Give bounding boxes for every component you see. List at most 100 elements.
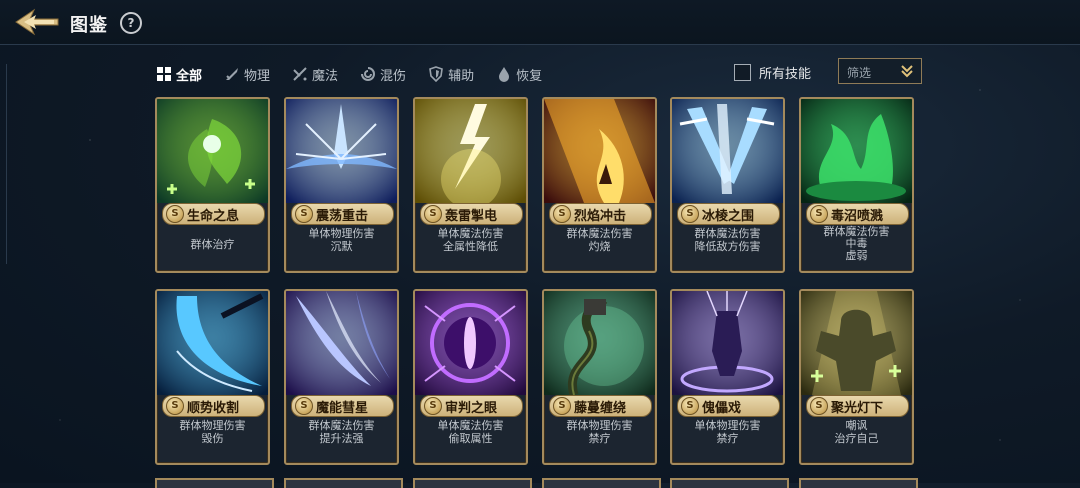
skill-name-bar: S 审判之眼 [420, 395, 523, 417]
skill-name-bar: S 轰雷掣电 [420, 203, 523, 225]
drop-icon [499, 67, 510, 82]
skill-name: 魔能彗星 [316, 401, 369, 416]
help-icon[interactable]: ? [120, 12, 142, 34]
all-skills-label: 所有技能 [759, 67, 812, 82]
skill-name: 顺势收割 [187, 401, 240, 416]
skill-description-line: 群体治疗 [190, 238, 235, 251]
skill-card[interactable]: S 毒沼喷溅 群体魔法伤害 中毒 虚弱 [799, 97, 914, 273]
skill-description-line: 虚弱 [845, 249, 868, 262]
skill-description-line: 群体魔法伤害 [694, 227, 761, 240]
skill-description: 单体魔法伤害 全属性降低 [415, 227, 526, 253]
skill-art-vine [544, 291, 655, 395]
skill-art-ice-swords [672, 99, 783, 203]
skill-description-line: 沉默 [330, 240, 353, 253]
top-bar: 图鉴 ? [0, 0, 1080, 45]
next-row-card-edge [155, 478, 274, 488]
skill-description: 群体魔法伤害 提升法强 [286, 419, 397, 445]
skill-card[interactable]: S 烈焰冲击 群体魔法伤害 灼烧 [542, 97, 657, 273]
filter-tabs: 全部 物理 魔法 混伤 辅助 恢复 [156, 62, 564, 86]
page-title: 图鉴 [70, 15, 108, 36]
grid-icon [157, 67, 171, 81]
skill-name-bar: S 藤蔓缠绕 [549, 395, 652, 417]
skill-description: 单体物理伤害 沉默 [286, 227, 397, 253]
tab-mixed-label: 混伤 [380, 68, 407, 84]
sword-icon [226, 68, 239, 80]
skill-description-line: 降低敌方伤害 [694, 240, 761, 253]
filter-select-value: 筛选 [847, 66, 872, 80]
skill-description: 群体魔法伤害 降低敌方伤害 [672, 227, 783, 253]
skill-name-bar: S 冰棱之围 [677, 203, 780, 225]
skill-description-line: 禁疗 [588, 432, 611, 445]
rank-badge-icon: S [810, 397, 828, 415]
tab-all[interactable]: 全部 [156, 65, 202, 84]
tab-magic-label: 魔法 [312, 68, 339, 84]
next-row-card-edge [413, 478, 532, 488]
skill-name: 审判之眼 [445, 401, 498, 416]
skill-card[interactable]: S 顺势收割 群体物理伤害 毁伤 [155, 289, 270, 465]
side-edge [0, 64, 7, 264]
rank-badge-icon: S [424, 397, 442, 415]
skill-description-line: 群体物理伤害 [566, 419, 633, 432]
skill-name: 冰棱之围 [702, 209, 755, 224]
skill-card[interactable]: S 震荡重击 单体物理伤害 沉默 [284, 97, 399, 273]
skill-art-puppet [672, 291, 783, 395]
tab-mixed[interactable]: 混伤 [360, 65, 406, 84]
skill-description: 群体魔法伤害 灼烧 [544, 227, 655, 253]
skill-description-line: 群体魔法伤害 [308, 419, 375, 432]
rank-badge-icon: S [166, 205, 184, 223]
rank-badge-icon: S [295, 205, 313, 223]
skill-name-bar: S 生命之息 [162, 203, 265, 225]
all-skills-toggle[interactable]: 所有技能 [734, 63, 811, 82]
skill-art-shock-strike [286, 99, 397, 203]
skill-description: 群体魔法伤害 中毒 虚弱 [801, 226, 912, 262]
skill-name: 傀儡戏 [702, 401, 742, 416]
skill-description-line: 单体魔法伤害 [437, 227, 504, 240]
skill-card[interactable]: S 生命之息群体治疗 [155, 97, 270, 273]
tab-magic[interactable]: 魔法 [292, 65, 338, 84]
skill-description-line: 提升法强 [319, 432, 364, 445]
rank-badge-icon: S [553, 397, 571, 415]
skill-card[interactable]: S 冰棱之围 群体魔法伤害 降低敌方伤害 [670, 97, 785, 273]
tab-recovery-label: 恢复 [516, 68, 543, 84]
skill-description-line: 毁伤 [201, 432, 224, 445]
skill-description: 群体物理伤害 禁疗 [544, 419, 655, 445]
skill-art-flame [544, 99, 655, 203]
next-row-card-edge [670, 478, 789, 488]
skill-name-bar: S 顺势收割 [162, 395, 265, 417]
tab-recovery[interactable]: 恢复 [496, 65, 542, 84]
tab-physical[interactable]: 物理 [224, 65, 270, 84]
skill-card[interactable]: S 聚光灯下嘲讽 治疗自己 [799, 289, 914, 465]
skill-description-line: 嘲讽 [845, 419, 868, 432]
skill-name: 藤蔓缠绕 [574, 401, 627, 416]
skill-name-bar: S 震荡重击 [291, 203, 394, 225]
skill-name: 生命之息 [187, 209, 240, 224]
skill-art-scythe [157, 291, 268, 395]
skill-description-line: 治疗自己 [834, 432, 879, 445]
skill-card[interactable]: S 魔能彗星 群体魔法伤害 提升法强 [284, 289, 399, 465]
filter-select[interactable]: 筛选 [838, 58, 922, 84]
rank-badge-icon: S [424, 205, 442, 223]
skill-name: 聚光灯下 [831, 401, 884, 416]
skill-card[interactable]: S 傀儡戏 单体物理伤害 禁疗 [670, 289, 785, 465]
skill-card[interactable]: S 轰雷掣电 单体魔法伤害 全属性降低 [413, 97, 528, 273]
skill-name-bar: S 傀儡戏 [677, 395, 780, 417]
skill-card[interactable]: S 藤蔓缠绕 群体物理伤害 禁疗 [542, 289, 657, 465]
tab-support[interactable]: 辅助 [428, 65, 474, 84]
skill-description-line: 单体魔法伤害 [437, 419, 504, 432]
skill-name-bar: S 毒沼喷溅 [806, 203, 909, 225]
skill-description: 群体治疗 [157, 238, 268, 251]
skill-description-line: 群体魔法伤害 [566, 227, 633, 240]
skill-description-line: 灼烧 [588, 240, 611, 253]
skill-description-line: 单体物理伤害 [694, 419, 761, 432]
skill-description-line: 偷取属性 [448, 432, 493, 445]
skill-name-bar: S 烈焰冲击 [549, 203, 652, 225]
skill-card[interactable]: S 审判之眼单体魔法伤害 偷取属性 [413, 289, 528, 465]
rank-badge-icon: S [553, 205, 571, 223]
tab-all-label: 全部 [176, 68, 203, 84]
skill-art-comet [286, 291, 397, 395]
next-row-card-edge [542, 478, 661, 488]
skill-name: 烈焰冲击 [574, 209, 627, 224]
back-arrow-icon[interactable] [14, 7, 60, 37]
all-skills-checkbox[interactable] [734, 64, 751, 81]
skill-description: 嘲讽 治疗自己 [801, 419, 912, 445]
